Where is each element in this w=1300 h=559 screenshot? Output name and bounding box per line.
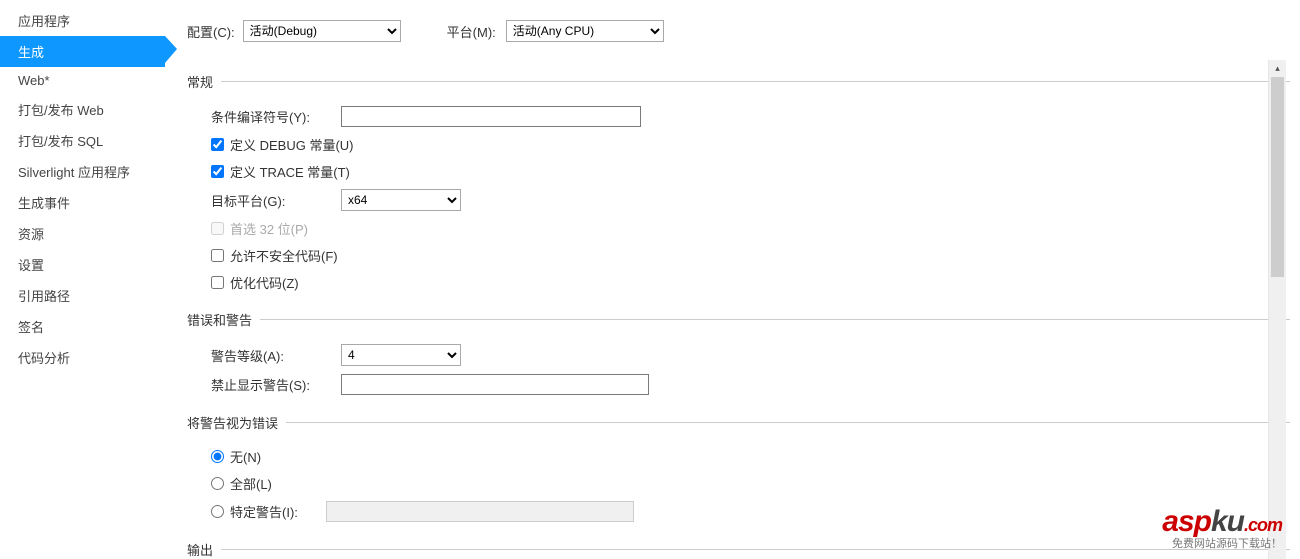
sidebar-item-settings[interactable]: 设置 <box>0 249 165 280</box>
config-select[interactable]: 活动(Debug) <box>243 20 401 42</box>
section-general: 常规 条件编译符号(Y): 定义 DEBUG 常量(U) 定义 TRACE 常量… <box>187 72 1290 292</box>
warn-level-select[interactable]: 4 <box>341 344 461 366</box>
treat-all-radio[interactable] <box>211 477 224 490</box>
section-treat-as-errors: 将警告视为错误 无(N) 全部(L) 特定警告(I): <box>187 413 1290 522</box>
define-debug-label: 定义 DEBUG 常量(U) <box>230 135 354 154</box>
sidebar-item-ref-paths[interactable]: 引用路径 <box>0 280 165 311</box>
target-platform-label: 目标平台(G): <box>211 191 341 210</box>
main-panel: 配置(C): 活动(Debug) 平台(M): 活动(Any CPU) 常规 条… <box>165 0 1300 559</box>
section-title-output: 输出 <box>187 540 213 559</box>
sidebar-item-app[interactable]: 应用程序 <box>0 5 165 36</box>
treat-specific-input <box>326 501 634 522</box>
config-label: 配置(C): <box>187 22 235 41</box>
scrollbar[interactable]: ▴ <box>1268 60 1286 559</box>
prefer-32bit-label: 首选 32 位(P) <box>230 219 308 238</box>
scroll-up-icon[interactable]: ▴ <box>1269 60 1286 77</box>
divider <box>286 422 1290 423</box>
treat-none-label: 无(N) <box>230 447 261 466</box>
divider <box>221 549 1290 550</box>
sidebar-item-web[interactable]: Web* <box>0 67 165 94</box>
sidebar-item-silverlight[interactable]: Silverlight 应用程序 <box>0 156 165 187</box>
sidebar-item-code-analysis[interactable]: 代码分析 <box>0 342 165 373</box>
sidebar-item-publish-web[interactable]: 打包/发布 Web <box>0 94 165 125</box>
sidebar-item-publish-sql[interactable]: 打包/发布 SQL <box>0 125 165 156</box>
define-trace-checkbox[interactable] <box>211 165 224 178</box>
define-debug-checkbox[interactable] <box>211 138 224 151</box>
section-errors: 错误和警告 警告等级(A): 4 禁止显示警告(S): <box>187 310 1290 395</box>
treat-none-radio[interactable] <box>211 450 224 463</box>
treat-specific-radio[interactable] <box>211 505 224 518</box>
sidebar-item-resources[interactable]: 资源 <box>0 218 165 249</box>
cond-compile-label: 条件编译符号(Y): <box>211 107 341 126</box>
treat-specific-label: 特定警告(I): <box>230 502 320 521</box>
section-output: 输出 <box>187 540 1290 559</box>
section-title-general: 常规 <box>187 72 213 91</box>
divider <box>221 81 1290 82</box>
optimize-checkbox[interactable] <box>211 276 224 289</box>
allow-unsafe-label: 允许不安全代码(F) <box>230 246 338 265</box>
suppress-input[interactable] <box>341 374 649 395</box>
sidebar-item-signing[interactable]: 签名 <box>0 311 165 342</box>
prefer-32bit-checkbox <box>211 222 224 235</box>
cond-compile-input[interactable] <box>341 106 641 127</box>
suppress-label: 禁止显示警告(S): <box>211 375 341 394</box>
platform-label: 平台(M): <box>447 22 496 41</box>
target-platform-select[interactable]: x64 <box>341 189 461 211</box>
sidebar: 应用程序 生成 Web* 打包/发布 Web 打包/发布 SQL Silverl… <box>0 0 165 559</box>
platform-select[interactable]: 活动(Any CPU) <box>506 20 664 42</box>
warn-level-label: 警告等级(A): <box>211 346 341 365</box>
section-title-errors: 错误和警告 <box>187 310 252 329</box>
sidebar-item-build[interactable]: 生成 <box>0 36 165 67</box>
optimize-label: 优化代码(Z) <box>230 273 299 292</box>
divider <box>260 319 1290 320</box>
allow-unsafe-checkbox[interactable] <box>211 249 224 262</box>
sidebar-item-build-events[interactable]: 生成事件 <box>0 187 165 218</box>
define-trace-label: 定义 TRACE 常量(T) <box>230 162 350 181</box>
section-title-treat: 将警告视为错误 <box>187 413 278 432</box>
treat-all-label: 全部(L) <box>230 474 272 493</box>
scroll-thumb[interactable] <box>1271 77 1284 277</box>
top-row: 配置(C): 活动(Debug) 平台(M): 活动(Any CPU) <box>187 20 1290 42</box>
